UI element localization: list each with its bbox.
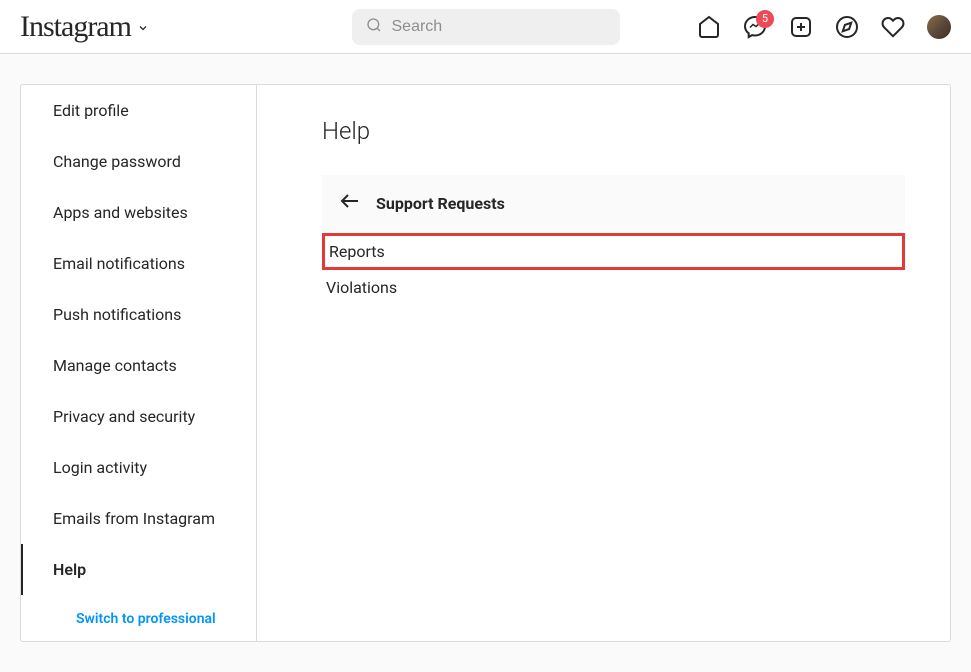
sidebar-item-label: Privacy and security <box>53 407 195 426</box>
switch-label: Switch to professional <box>76 611 216 627</box>
chevron-down-icon[interactable] <box>137 19 149 38</box>
sidebar-item-edit-profile[interactable]: Edit profile <box>21 85 256 136</box>
sidebar-item-help[interactable]: Help <box>21 544 256 595</box>
messenger-badge: 5 <box>756 10 774 28</box>
switch-professional-link[interactable]: Switch to professional <box>21 595 256 643</box>
nav-icons: 5 <box>671 15 951 39</box>
sidebar-item-login-activity[interactable]: Login activity <box>21 442 256 493</box>
heart-icon[interactable] <box>881 15 905 39</box>
sidebar-item-apps-websites[interactable]: Apps and websites <box>21 187 256 238</box>
support-item-label: Reports <box>329 242 385 261</box>
main-content: Help Support Requests Reports Violations <box>257 85 950 641</box>
new-post-icon[interactable] <box>789 15 813 39</box>
sidebar-item-label: Edit profile <box>53 101 129 120</box>
sidebar-item-label: Change password <box>53 152 181 171</box>
sidebar-item-label: Login activity <box>53 458 147 477</box>
support-requests-header[interactable]: Support Requests <box>322 175 905 231</box>
sidebar-item-change-password[interactable]: Change password <box>21 136 256 187</box>
sidebar-item-label: Emails from Instagram <box>53 509 215 528</box>
sidebar-item-manage-contacts[interactable]: Manage contacts <box>21 340 256 391</box>
logo[interactable]: Instagram <box>20 10 131 44</box>
content-wrapper: Edit profile Change password Apps and we… <box>0 54 971 672</box>
logo-section: Instagram <box>20 10 300 44</box>
sidebar-item-privacy-security[interactable]: Privacy and security <box>21 391 256 442</box>
support-item-label: Violations <box>326 278 397 297</box>
back-arrow-icon[interactable] <box>338 189 362 217</box>
search-icon <box>366 17 382 37</box>
sidebar-item-label: Apps and websites <box>53 203 188 222</box>
sidebar-item-label: Manage contacts <box>53 356 177 375</box>
support-item-reports[interactable]: Reports <box>322 233 905 270</box>
search-input[interactable] <box>352 9 620 45</box>
settings-sidebar: Edit profile Change password Apps and we… <box>21 85 257 641</box>
messenger-icon[interactable]: 5 <box>743 15 767 39</box>
support-title: Support Requests <box>376 194 505 213</box>
support-item-violations[interactable]: Violations <box>322 270 905 305</box>
page-title: Help <box>322 117 905 145</box>
settings-container: Edit profile Change password Apps and we… <box>20 84 951 642</box>
sidebar-item-label: Help <box>53 560 86 579</box>
sidebar-item-push-notifications[interactable]: Push notifications <box>21 289 256 340</box>
avatar[interactable] <box>927 15 951 39</box>
home-icon[interactable] <box>697 15 721 39</box>
search-wrapper <box>352 9 620 45</box>
sidebar-item-label: Email notifications <box>53 254 185 273</box>
top-header: Instagram 5 <box>0 0 971 54</box>
sidebar-item-emails-instagram[interactable]: Emails from Instagram <box>21 493 256 544</box>
explore-icon[interactable] <box>835 15 859 39</box>
sidebar-item-email-notifications[interactable]: Email notifications <box>21 238 256 289</box>
sidebar-item-label: Push notifications <box>53 305 181 324</box>
